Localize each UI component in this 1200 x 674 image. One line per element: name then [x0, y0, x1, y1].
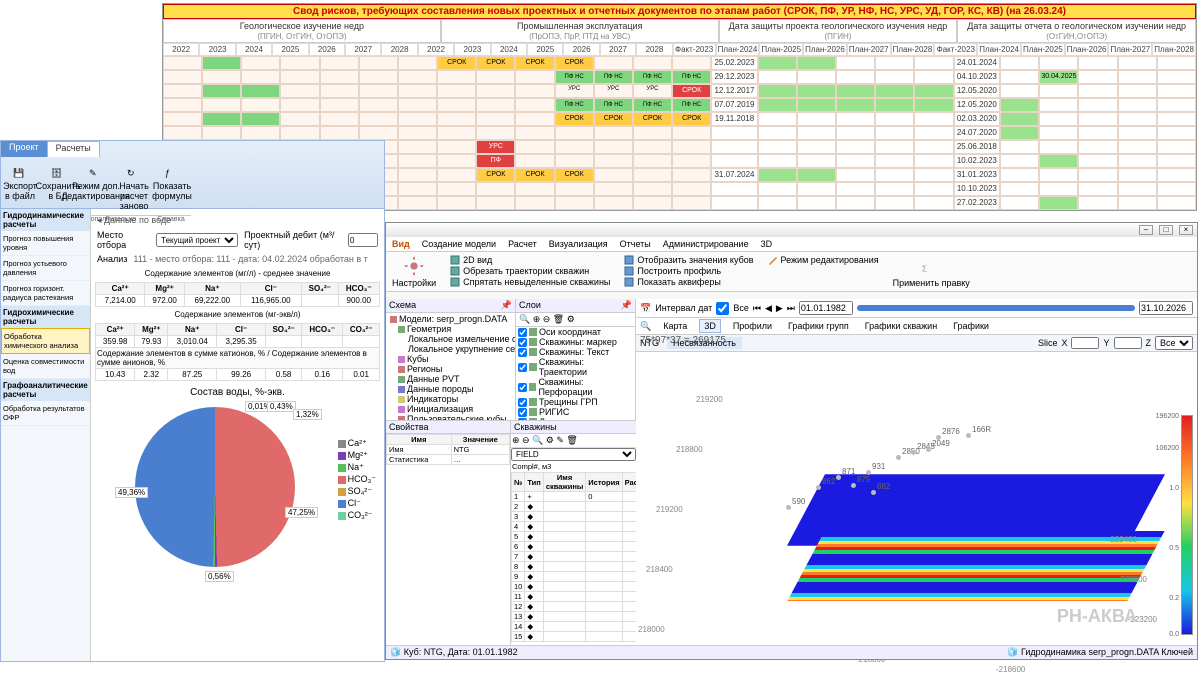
view-tab[interactable]: Профили: [729, 320, 776, 332]
layer-row[interactable]: РИГИС: [516, 407, 635, 417]
tree-node[interactable]: Инициализация: [388, 404, 513, 414]
3d-canvas[interactable]: 2876166R285028452049931871862875590882 1…: [636, 355, 1197, 645]
nav-item[interactable]: Обработка результатов ОФР: [1, 401, 90, 426]
water-data-pane: ◂ Данные по воде Место отбора Текущий пр…: [91, 209, 384, 661]
nav-item[interactable]: Оценка совместимости вод: [1, 354, 90, 379]
watermark: РН-АКВА: [1057, 606, 1137, 627]
menu-item[interactable]: Создание модели: [422, 239, 496, 249]
status-bar: 🧊 Куб: NTG, Дата: 01.01.1982 🧊 Гидродина…: [386, 645, 1197, 659]
menu-item[interactable]: Вид: [392, 239, 410, 249]
close-button[interactable]: ×: [1179, 225, 1193, 235]
ribbon: Проект Расчеты 💾Экспорт в файл🗄Сохранить…: [1, 141, 384, 209]
tree-node[interactable]: Модели: serp_progn.DATA: [388, 314, 513, 324]
play-first-icon[interactable]: ⏮: [753, 303, 761, 314]
col-group: Промышленная эксплуатация(ПрОПЭ, ПрР, ПТ…: [441, 19, 719, 43]
ribbon-button[interactable]: ✎Режим доп. редактирования: [79, 159, 113, 213]
view-tab[interactable]: Графики групп: [784, 320, 853, 332]
svg-text:ƒ: ƒ: [165, 168, 170, 178]
layer-row[interactable]: Скважины: маркер: [516, 337, 635, 347]
nav-item[interactable]: Прогноз устьевого давления: [1, 256, 90, 281]
svg-text:💾: 💾: [13, 167, 24, 178]
tree-node[interactable]: Локальное укрупнение сетки: [388, 344, 513, 354]
view-tab[interactable]: 3D: [699, 319, 721, 333]
debit-input[interactable]: [348, 233, 378, 247]
nav-item-active[interactable]: Обработка химического анализа: [1, 328, 90, 354]
menu-item[interactable]: Администрирование: [663, 239, 749, 249]
place-select[interactable]: Текущий проект: [156, 233, 238, 247]
settings-button[interactable]: Настройки: [392, 255, 436, 288]
layer-row[interactable]: Скважины: Траектории: [516, 357, 635, 377]
date-to-input[interactable]: [1139, 301, 1193, 315]
tree-node[interactable]: Данные PVT: [388, 374, 513, 384]
play-next-icon[interactable]: ▶: [776, 303, 783, 314]
play-last-icon[interactable]: ⏭: [787, 303, 795, 314]
col-group: Дата защиты отчета о геологическом изуче…: [957, 19, 1196, 43]
nav-item[interactable]: Прогноз горизонт. радиуса растекания: [1, 281, 90, 306]
svg-text:🗄: 🗄: [51, 168, 62, 178]
edit-mode-button[interactable]: Режим редактирования: [768, 255, 879, 265]
nav-item[interactable]: Прогноз повышения уровня: [1, 231, 90, 256]
all-dates-checkbox[interactable]: [716, 302, 729, 315]
tree-node[interactable]: Данные породы: [388, 384, 513, 394]
view-tab[interactable]: Карта: [659, 320, 691, 332]
tree-node[interactable]: Кубы: [388, 354, 513, 364]
field-select[interactable]: FIELD: [511, 448, 636, 461]
tab-project[interactable]: Проект: [1, 141, 47, 157]
layer-row[interactable]: Оси координат: [516, 327, 635, 337]
layer-row[interactable]: Скважины: Текст: [516, 347, 635, 357]
tree-node[interactable]: Геометрия: [388, 324, 513, 334]
ribbon-button[interactable]: ↻Начать расчет заново: [117, 159, 151, 213]
tab-calc[interactable]: Расчеты: [47, 141, 100, 157]
tool-button[interactable]: 2D вид: [450, 255, 610, 265]
date-from-input[interactable]: [799, 301, 853, 315]
menu-item[interactable]: 3D: [761, 239, 773, 249]
water-composition-chart: Состав воды, %-экв. 0,01% 0,43% 1,32% 49…: [95, 387, 380, 587]
properties-panel: Свойства ИмяЗначение ИмяNTG Статистика…: [386, 421, 511, 645]
tree-node[interactable]: Регионы: [388, 364, 513, 374]
minimize-button[interactable]: –: [1139, 225, 1153, 235]
tool-button[interactable]: Показать аквиферы: [624, 277, 753, 287]
svg-text:↻: ↻: [127, 168, 135, 178]
tool-button[interactable]: Отобразить значения кубов: [624, 255, 753, 265]
layer-row[interactable]: Скважины: Перфорации: [516, 377, 635, 397]
slice-x[interactable]: [1071, 337, 1099, 349]
svg-text:Σ: Σ: [922, 265, 927, 274]
col-group: Геологическое изучение недр(ПГИН, ОтГИН,…: [163, 19, 441, 43]
panel-pin-icon[interactable]: 📌: [621, 300, 632, 311]
time-slider[interactable]: [857, 305, 1135, 311]
view-tab[interactable]: Графики скважин: [861, 320, 941, 332]
3d-viewport[interactable]: 📅Интервал дат Все ⏮ ◀ ▶ ⏭ 🔍 Карта 3D Про…: [636, 299, 1197, 645]
titlebar: – □ ×: [386, 223, 1197, 237]
menu-item[interactable]: Отчеты: [620, 239, 651, 249]
apply-edit-button[interactable]: ΣПрименить правку: [893, 255, 970, 288]
wells-panel: Скважины ⊕ ⊖ 🔍 ⚙ ✎ 🗑 FIELD Compl#, м3 №Т…: [511, 421, 636, 645]
tool-button[interactable]: Построить профиль: [624, 266, 753, 276]
slice-y[interactable]: [1114, 337, 1142, 349]
ribbon-button[interactable]: ƒПоказать формулы: [155, 159, 189, 213]
side-nav: Гидродинамические расчеты Прогноз повыше…: [1, 209, 91, 661]
ribbon-button[interactable]: 💾Экспорт в файл: [3, 159, 37, 213]
elements-table-2: Ca²⁺Mg²⁺Na⁺Cl⁻SO₄²⁻HCO₃⁻CO₃²⁻359.9879.93…: [95, 323, 380, 381]
panel-pin-icon[interactable]: 📌: [501, 300, 512, 311]
svg-text:✎: ✎: [89, 168, 97, 178]
tool-button[interactable]: Спрятать невыделенные скважины: [450, 277, 610, 287]
view-tab[interactable]: Графики: [949, 320, 993, 332]
tree-node[interactable]: Локальное измельчение сетки: [388, 334, 513, 344]
col-group: Дата защиты проекта геологического изуче…: [719, 19, 958, 43]
hydro-app-window: Проект Расчеты 💾Экспорт в файл🗄Сохранить…: [0, 140, 385, 662]
layer-row[interactable]: Трещины ГРП: [516, 397, 635, 407]
menu-item[interactable]: Расчет: [508, 239, 537, 249]
play-prev-icon[interactable]: ◀: [765, 303, 772, 314]
maximize-button[interactable]: □: [1159, 225, 1173, 235]
pie-chart: [135, 407, 295, 567]
tool-button[interactable]: Обрезать траектории скважин: [450, 266, 610, 276]
color-scale: [1181, 415, 1193, 635]
cursor-readout: 75*97*37 = 269175: [640, 335, 726, 346]
reservoir-3d-app: – □ × Вид Создание модели Расчет Визуализац…: [385, 222, 1198, 660]
elements-table: Ca²⁺Mg²⁺Na⁺Cl⁻SO₄²⁻HCO₃⁻7,214.00972.0069…: [95, 282, 380, 307]
menu-item[interactable]: Визуализация: [549, 239, 608, 249]
tree-node[interactable]: Индикаторы: [388, 394, 513, 404]
risk-title: Свод рисков, требующих составления новых…: [163, 4, 1196, 19]
slice-z[interactable]: Все: [1155, 336, 1193, 350]
